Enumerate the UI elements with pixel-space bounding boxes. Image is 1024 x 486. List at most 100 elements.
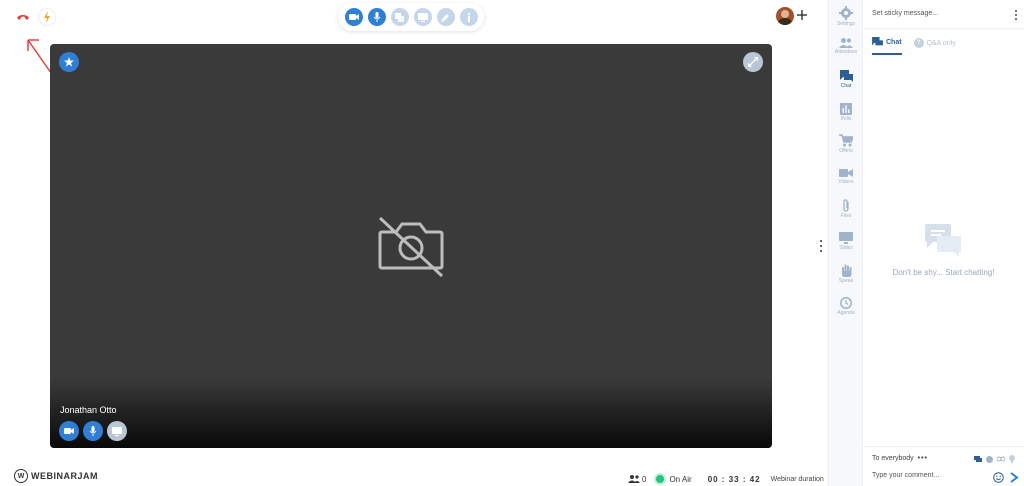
tab-qa[interactable]: ? Q&A only — [913, 37, 956, 55]
info-icon — [467, 12, 470, 22]
globe-icon[interactable] — [986, 455, 993, 463]
logo-mark-icon: W — [14, 469, 28, 483]
on-air-label: On Air — [669, 474, 692, 484]
presenter-mic-button[interactable] — [83, 421, 103, 441]
phone-hangup-icon — [17, 15, 29, 20]
duration-label: Webinar duration — [770, 475, 824, 483]
video-icon — [839, 169, 853, 177]
add-presenter-button[interactable] — [797, 6, 807, 26]
info-button[interactable] — [459, 8, 478, 26]
camera-toggle-button[interactable] — [344, 8, 363, 26]
bulb-icon[interactable] — [1009, 455, 1015, 463]
top-left-controls — [14, 8, 56, 26]
rail-label: Settings — [836, 21, 856, 27]
fullscreen-button[interactable] — [743, 52, 763, 72]
attendee-count: 0 — [642, 474, 647, 484]
rail-label: Speak — [838, 278, 854, 284]
rail-label: Chat — [840, 83, 852, 89]
rail-item-polls[interactable]: Polls — [828, 103, 864, 122]
slides-icon — [839, 232, 853, 244]
rail-item-videos[interactable]: Videos — [828, 168, 864, 185]
video-stage: Jonathan Otto — [50, 44, 772, 448]
session-timer: 00 : 33 : 42 — [707, 474, 761, 484]
microphone-icon — [89, 426, 97, 436]
on-air-indicator-icon[interactable] — [654, 473, 667, 485]
rail-item-agenda[interactable]: Agenda — [828, 297, 864, 316]
camera-icon — [348, 14, 359, 20]
star-icon — [64, 57, 74, 67]
chat-filter-icons — [974, 455, 1015, 463]
copy-button[interactable] — [390, 8, 409, 26]
recipient-selector[interactable]: To everybody ••• — [872, 455, 928, 462]
tab-qa-label: Q&A only — [926, 39, 956, 47]
rail-item-attendees[interactable]: Attendees — [828, 38, 864, 55]
sticky-message-field[interactable]: Set sticky message... — [872, 10, 938, 17]
poll-icon — [840, 103, 852, 115]
chat-tabs: Chat ? Q&A only — [872, 37, 956, 55]
rail-label: Slides — [839, 245, 853, 251]
link-icon[interactable] — [997, 456, 1005, 462]
rail-label: Offers — [839, 148, 853, 154]
presenter-avatar[interactable] — [776, 7, 794, 25]
screen-share-button[interactable] — [413, 8, 432, 26]
chat-panel: Set sticky message... Chat ? Q&A only Do… — [863, 0, 1024, 486]
logo-text: WEBINARJAM — [31, 471, 98, 481]
rail-item-offers[interactable]: Offers — [828, 134, 864, 154]
microphone-toggle-button[interactable] — [367, 8, 386, 26]
expand-icon — [748, 57, 758, 67]
presenter-controls — [59, 421, 127, 441]
copy-icon — [395, 12, 404, 22]
featured-button[interactable] — [59, 52, 79, 72]
chat-icon — [872, 37, 883, 46]
rail-item-speak[interactable]: Speak — [828, 264, 864, 284]
recipient-more-icon: ••• — [917, 455, 928, 462]
media-toolbar — [338, 3, 484, 31]
empty-chat-message: Don't be shy... Start chatting! — [892, 268, 995, 277]
draw-button[interactable] — [436, 8, 455, 26]
webinarjam-logo: W WEBINARJAM — [14, 469, 98, 483]
pencil-icon — [441, 13, 449, 22]
webinar-app: Jonathan Otto W WEBINARJAM 0 On Air 00 :… — [0, 0, 1024, 486]
send-chevron-icon[interactable] — [1009, 472, 1019, 483]
rail-label: Agenda — [837, 310, 855, 316]
comment-input[interactable] — [872, 472, 980, 479]
chat-icon — [839, 70, 853, 82]
people-icon — [628, 475, 640, 483]
plus-icon — [797, 10, 807, 20]
tab-chat[interactable]: Chat — [872, 37, 902, 55]
hangup-button[interactable] — [14, 8, 32, 26]
rail-item-settings[interactable]: Settings — [828, 6, 864, 27]
presenter-screen-button[interactable] — [107, 421, 127, 441]
side-rail: Settings Attendees Chat Polls Offers Vid… — [827, 0, 863, 486]
divider — [863, 446, 1024, 447]
rail-item-files[interactable]: Files — [828, 199, 864, 219]
screen-share-icon — [417, 12, 428, 22]
rail-label: Attendees — [834, 49, 858, 55]
tab-chat-label: Chat — [886, 38, 902, 46]
gear-icon — [839, 6, 853, 20]
microphone-icon — [373, 12, 380, 22]
attendee-counter[interactable]: 0 — [628, 475, 646, 484]
recipient-label: To everybody — [872, 455, 914, 462]
panel-options-kebab[interactable] — [819, 240, 823, 252]
cart-icon — [839, 134, 853, 147]
chat-bubbles-icon — [925, 224, 961, 256]
rail-item-chat[interactable]: Chat — [828, 70, 864, 89]
lightning-icon — [44, 11, 50, 23]
chat-icon[interactable] — [974, 455, 982, 463]
clock-icon — [840, 297, 852, 309]
rail-label: Polls — [840, 116, 852, 122]
question-icon: ? — [913, 38, 924, 48]
divider — [863, 28, 1024, 29]
hand-icon — [841, 264, 851, 277]
emoji-icon[interactable] — [993, 472, 1004, 483]
presenter-name: Jonathan Otto — [60, 405, 117, 415]
chat-options-kebab[interactable] — [1015, 10, 1018, 20]
presenter-camera-button[interactable] — [59, 421, 79, 441]
screen-share-icon — [112, 426, 122, 436]
bolt-button[interactable] — [38, 8, 56, 26]
rail-label: Videos — [838, 179, 854, 185]
rail-item-slides[interactable]: Slides — [828, 232, 864, 251]
rail-label: Files — [840, 213, 852, 219]
paperclip-icon — [843, 199, 849, 212]
